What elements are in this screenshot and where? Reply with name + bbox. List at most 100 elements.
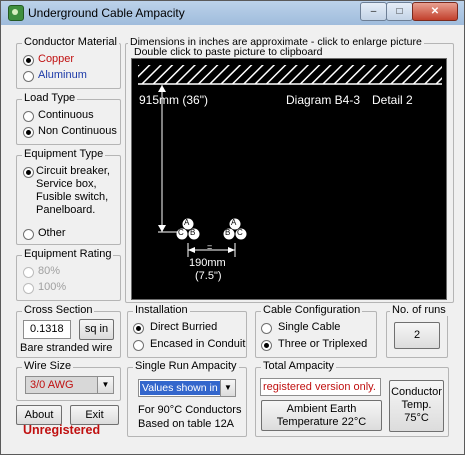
installation-legend: Installation	[133, 304, 190, 316]
diagram-title: Diagram B4-3	[286, 93, 361, 107]
cross-section-field[interactable]: 0.1318	[23, 320, 71, 339]
unregistered-label: Unregistered	[23, 423, 101, 437]
cable-a1-letter: A	[184, 218, 190, 227]
load-type-legend: Load Type	[22, 92, 78, 104]
close-button[interactable]: ✕	[412, 2, 458, 21]
conductor-temp-button[interactable]: Conductor Temp. 75°C	[389, 380, 444, 432]
app-icon	[8, 5, 24, 21]
cross-section-group: Cross Section 0.1318 sq in Bare stranded…	[16, 304, 121, 358]
single-run-select[interactable]: Values shown in ▼	[138, 379, 236, 397]
about-button[interactable]: About	[16, 405, 62, 425]
sq-in-label: sq in	[84, 323, 109, 335]
equipment-type-group: Equipment Type Circuit breaker, Service …	[16, 148, 121, 245]
exit-button[interactable]: Exit	[70, 405, 119, 425]
ambient-earth-line-2: Temperature 22°C	[276, 416, 367, 428]
ambient-earth-button[interactable]: Ambient Earth Temperature 22°C	[261, 400, 382, 431]
title-bar[interactable]: Underground Cable Ampacity – □ ✕	[1, 1, 464, 25]
runs-legend: No. of runs	[390, 304, 448, 316]
total-ampacity-value: registered version only.	[263, 381, 376, 393]
encased-conduit-label[interactable]: Encased in Conduit	[150, 338, 245, 350]
cable-diagram-picture[interactable]: 915mm (36") Diagram B4-3 Detail 2 A C B …	[131, 58, 447, 300]
copper-radio[interactable]	[23, 55, 34, 66]
conductor-material-group: Conductor Material Copper Aluminum	[16, 36, 121, 89]
chevron-down-icon: ▼	[224, 383, 232, 392]
diagram-detail: Detail 2	[372, 93, 413, 107]
close-icon: ✕	[430, 6, 440, 17]
cross-section-value: 0.1318	[30, 323, 64, 335]
continuous-radio[interactable]	[23, 111, 34, 122]
single-run-note-line-2: Based on table 12A	[138, 418, 235, 430]
load-type-group: Load Type Continuous Non Continuous	[16, 92, 121, 145]
spacing-arrow-left	[188, 247, 195, 253]
cross-section-note: Bare stranded wire	[20, 342, 113, 354]
direct-burried-radio[interactable]	[133, 323, 144, 334]
depth-arrow-top	[158, 85, 166, 92]
ambient-earth-line-1: Ambient Earth	[286, 403, 357, 415]
non-continuous-radio[interactable]	[23, 127, 34, 138]
spacing-inches-label: (7.5")	[195, 270, 222, 282]
cable-b1-letter: B	[190, 228, 196, 237]
sq-in-button[interactable]: sq in	[79, 319, 114, 340]
conductor-temp-line-1: Conductor	[391, 386, 442, 398]
cross-section-legend: Cross Section	[22, 304, 95, 316]
cable-a2-letter: A	[231, 218, 237, 227]
cable-c1-letter: C	[178, 228, 184, 237]
aluminum-radio[interactable]	[23, 71, 34, 82]
equipment-type-legend: Equipment Type	[22, 148, 106, 160]
total-ampacity-legend: Total Ampacity	[261, 360, 336, 372]
conductor-temp-line-3: 75°C	[404, 412, 429, 424]
cable-configuration-group: Cable Configuration Single Cable Three o…	[255, 304, 377, 358]
diagram-note-line-2: Double click to paste picture to clipboa…	[134, 46, 323, 58]
wire-size-select[interactable]: 3/0 AWG ▼	[25, 376, 114, 394]
copper-label[interactable]: Copper	[38, 53, 74, 65]
single-run-note-line-1: For 90°C Conductors	[138, 404, 242, 416]
minimize-button[interactable]: –	[360, 2, 387, 21]
about-label: About	[24, 409, 54, 421]
single-run-group: Single Run Ampacity Values shown in ▼ Fo…	[127, 360, 247, 437]
window-title: Underground Cable Ampacity	[28, 6, 185, 20]
rating-80-radio[interactable]	[23, 267, 34, 278]
equipment-type-line-4: Panelboard.	[36, 204, 96, 216]
equipment-rating-legend: Equipment Rating	[22, 248, 114, 260]
maximize-button[interactable]: □	[386, 2, 413, 21]
spacing-equals: =	[207, 242, 213, 252]
equipment-rating-group: Equipment Rating 80% 100%	[16, 248, 121, 301]
aluminum-label[interactable]: Aluminum	[38, 69, 87, 81]
encased-conduit-radio[interactable]	[133, 340, 144, 351]
wire-size-group: Wire Size 3/0 AWG ▼	[16, 360, 121, 401]
runs-value: 2	[413, 329, 421, 341]
single-cable-label[interactable]: Single Cable	[278, 321, 340, 333]
continuous-label[interactable]: Continuous	[38, 109, 94, 121]
wire-size-dropdown-button[interactable]: ▼	[97, 377, 113, 393]
other-label[interactable]: Other	[38, 227, 66, 239]
wire-size-legend: Wire Size	[22, 360, 74, 372]
equipment-type-line-1[interactable]: Circuit breaker,	[36, 165, 110, 177]
equipment-type-line-3: Fusible switch,	[36, 191, 109, 203]
rating-80-label[interactable]: 80%	[38, 265, 60, 277]
circuit-breaker-radio[interactable]	[23, 167, 34, 178]
exit-label: Exit	[85, 409, 104, 421]
chevron-down-icon: ▼	[101, 380, 110, 389]
depth-label: 915mm (36")	[139, 93, 208, 107]
rating-100-radio[interactable]	[23, 283, 34, 294]
single-run-legend: Single Run Ampacity	[133, 360, 239, 372]
three-triplexed-radio[interactable]	[261, 340, 272, 351]
three-triplexed-label[interactable]: Three or Triplexed	[278, 338, 367, 350]
depth-arrow-bottom	[158, 225, 166, 232]
other-radio[interactable]	[23, 229, 34, 240]
ground-hatch	[138, 65, 442, 84]
runs-group: No. of runs 2	[386, 304, 448, 358]
single-run-dropdown-button[interactable]: ▼	[220, 380, 235, 396]
non-continuous-label[interactable]: Non Continuous	[38, 125, 117, 137]
spacing-arrow-right	[228, 247, 235, 253]
total-ampacity-group: Total Ampacity registered version only. …	[255, 360, 449, 437]
runs-button[interactable]: 2	[394, 322, 440, 349]
direct-burried-label[interactable]: Direct Burried	[150, 321, 217, 333]
installation-group: Installation Direct Burried Encased in C…	[127, 304, 247, 358]
wire-size-value: 3/0 AWG	[30, 379, 74, 391]
single-cable-radio[interactable]	[261, 323, 272, 334]
total-ampacity-field[interactable]: registered version only.	[260, 378, 381, 396]
single-run-value: Values shown in	[140, 381, 222, 395]
rating-100-label[interactable]: 100%	[38, 281, 66, 293]
conductor-material-legend: Conductor Material	[22, 36, 119, 48]
